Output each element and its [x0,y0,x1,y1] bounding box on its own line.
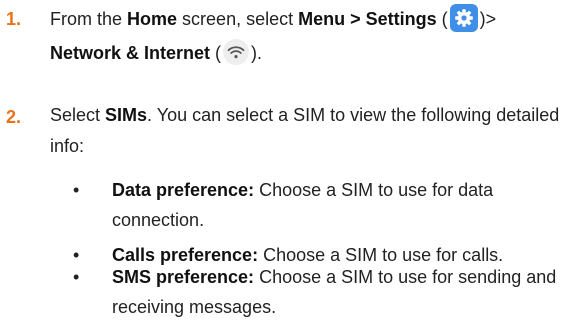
bullet-dot: • [73,267,80,287]
gear-icon [449,4,478,32]
text-fragment: From the [50,9,128,29]
bullet-text: Data preference: Choose a SIM to use for… [112,175,582,235]
step-number: 2. [6,107,22,127]
text-fragment: Select [50,105,106,125]
bullet-dot: • [73,180,80,200]
text-fragment: ( [210,43,222,63]
home-term: Home [127,9,178,29]
network-internet-term: Network & Internet [50,43,211,63]
text-fragment: ( [436,9,448,29]
bullet-term: SMS preference: [112,267,255,287]
bullet-term: Data preference: [112,180,255,200]
sims-term: SIMs [105,105,148,125]
text-fragment: )> [479,9,497,29]
wifi-icon [223,39,250,65]
step-text: From the Home screen, select Menu > Sett… [50,2,580,70]
step-number: 1. [6,9,22,29]
text-fragment: ). [251,43,263,63]
menu-settings-term: Menu > Settings [298,9,437,29]
instructions-page: 1. From the Home screen, select Menu > S… [0,0,588,321]
text-fragment: screen, select [177,9,299,29]
bullet-text: SMS preference: Choose a SIM to use for … [112,262,582,322]
step-text: Select SIMs. You can select a SIM to vie… [50,100,580,162]
